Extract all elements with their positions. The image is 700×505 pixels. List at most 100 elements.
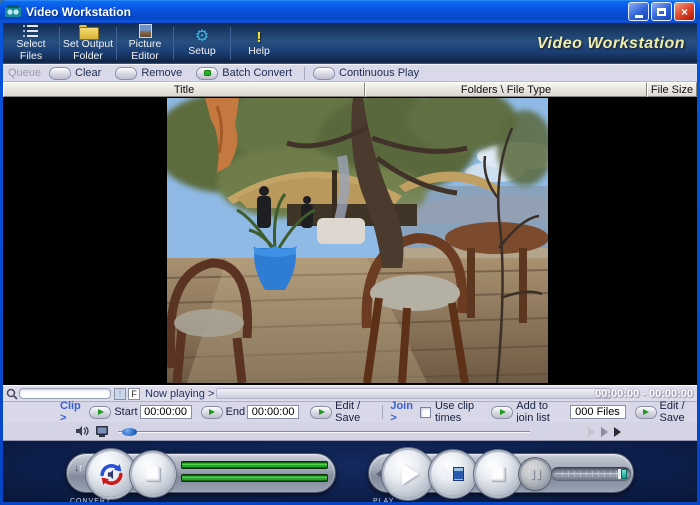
column-file-size[interactable]: File Size [647,82,697,97]
convert-panel-label: CONVERT [70,498,112,502]
queue-bar: Queue Clear Remove Batch Convert Continu… [3,64,697,82]
stop-icon [491,467,505,481]
selected-indicator [203,70,211,76]
play-arrow-icon [97,409,104,415]
add-to-join-list-button[interactable] [491,405,514,419]
pause-icon [530,469,540,479]
play-arrow-icon [209,409,216,415]
play-arrow-icon [643,409,649,415]
queue-label: Queue [8,67,42,79]
convert-arrows-icon [99,463,123,485]
video-preview-image [167,98,548,383]
volume-ticks [557,471,617,477]
join-edit-save-button[interactable] [634,405,657,419]
volume-line [555,473,619,474]
queue-separator [304,66,305,80]
gear-icon: ⚙ [194,28,210,46]
seek-row: T F Now playing > 00:00:00 - 00:00:00 [3,385,697,401]
maximize-icon [657,7,666,16]
position-slider-thumb[interactable] [122,428,137,436]
speaker-icon[interactable] [75,425,89,437]
clip-end-button[interactable] [200,405,223,419]
file-list-header: Title Folders \ File Type File Size [3,82,697,97]
updown-arrows-icon[interactable]: ↓↑ [74,463,83,474]
search-icon [6,388,18,400]
play-icon [402,463,419,485]
volume-slider[interactable] [551,467,631,481]
start-label: Start [114,406,138,418]
add-to-join-list-label: Add to join list [516,400,550,424]
select-files-icon [23,24,39,38]
minimize-button[interactable] [628,2,649,21]
clip-join-row: Clip > Start End Edit / Save Join > Use … [3,400,697,424]
video-preview-area[interactable] [3,97,697,385]
volume-handle[interactable] [618,469,627,479]
queue-remove-label: Remove [141,67,183,79]
set-output-folder-label: Set Output Folder [62,37,114,62]
join-edit-save-label: Edit / Save [659,400,685,424]
picture-icon [138,24,152,39]
transport-panel: ↓↑ CONVERT PLAY [3,441,697,502]
play-arrow-icon [318,409,325,415]
position-slider-track[interactable] [118,428,530,436]
minimize-icon [634,14,643,18]
picture-editor-button[interactable]: Picture Editor [117,23,173,64]
clip-edit-save-label: Edit / Save [335,400,361,424]
maximize-button[interactable] [651,2,672,21]
picture-editor-label: Picture Editor [128,38,162,62]
now-playing-label: Now playing > [145,388,215,400]
title-bar: Video Workstation × [0,0,700,23]
select-files-label: Select Files [16,37,46,62]
clip-edit-save-button[interactable] [310,405,333,419]
monitor-icon[interactable] [95,425,109,438]
set-output-folder-button[interactable]: Set Output Folder [60,23,116,64]
queue-clear-label: Clear [75,67,102,79]
column-folders-file-type[interactable]: Folders \ File Type [365,82,647,97]
app-window: Video Workstation × Select Files Set Out… [0,0,700,505]
queue-remove-radio[interactable] [115,66,138,80]
step-forward-fast-button[interactable] [614,427,621,437]
join-files-field[interactable] [569,405,626,419]
continuous-play-radio[interactable] [313,66,335,80]
pause-button[interactable] [521,460,549,488]
queue-batch-convert-label: Batch Convert [222,67,292,79]
help-icon: ! [256,28,262,46]
app-logo: Video Workstation [536,34,685,52]
convert-progress-bar-bottom [181,474,328,482]
play-to-frame-icon [442,467,464,481]
position-slider-row [3,422,697,441]
play-panel-label: PLAY [373,498,395,502]
queue-batch-convert-radio[interactable] [196,66,219,80]
previous-icon[interactable] [376,468,384,480]
main-toolbar: Select Files Set Output Folder Picture E… [3,23,697,64]
window-controls: × [628,2,695,21]
convert-button[interactable] [88,451,134,497]
step-forward-medium-button[interactable] [601,427,608,437]
clip-start-field[interactable] [139,405,192,419]
column-title[interactable]: Title [3,82,365,97]
clip-end-field[interactable] [247,405,300,419]
close-button[interactable]: × [674,2,695,21]
t-button[interactable]: T [114,388,126,400]
play-frame-button[interactable] [431,452,475,496]
step-forward-slow-button[interactable] [588,427,595,437]
clip-label: Clip > [60,400,81,424]
filter-input[interactable] [19,388,111,399]
end-label: End [225,406,246,418]
seek-bar[interactable] [216,388,611,399]
f-button[interactable]: F [128,388,140,400]
time-display: 00:00:00 - 00:00:00 [595,388,693,400]
help-button[interactable]: ! Help [231,23,287,64]
queue-clear-radio[interactable] [49,66,72,80]
convert-stop-button[interactable] [132,453,174,495]
play-stop-button[interactable] [476,452,520,496]
setup-button[interactable]: ⚙ Setup [174,23,230,64]
stop-icon [146,467,160,481]
use-clip-times-checkbox[interactable] [419,406,431,418]
play-arrow-icon [499,409,506,415]
select-files-button[interactable]: Select Files [3,23,59,64]
setup-label: Setup [188,45,216,58]
use-clip-times-label: Use clip times [434,400,475,424]
clip-start-button[interactable] [89,405,112,419]
play-button[interactable] [384,450,432,498]
